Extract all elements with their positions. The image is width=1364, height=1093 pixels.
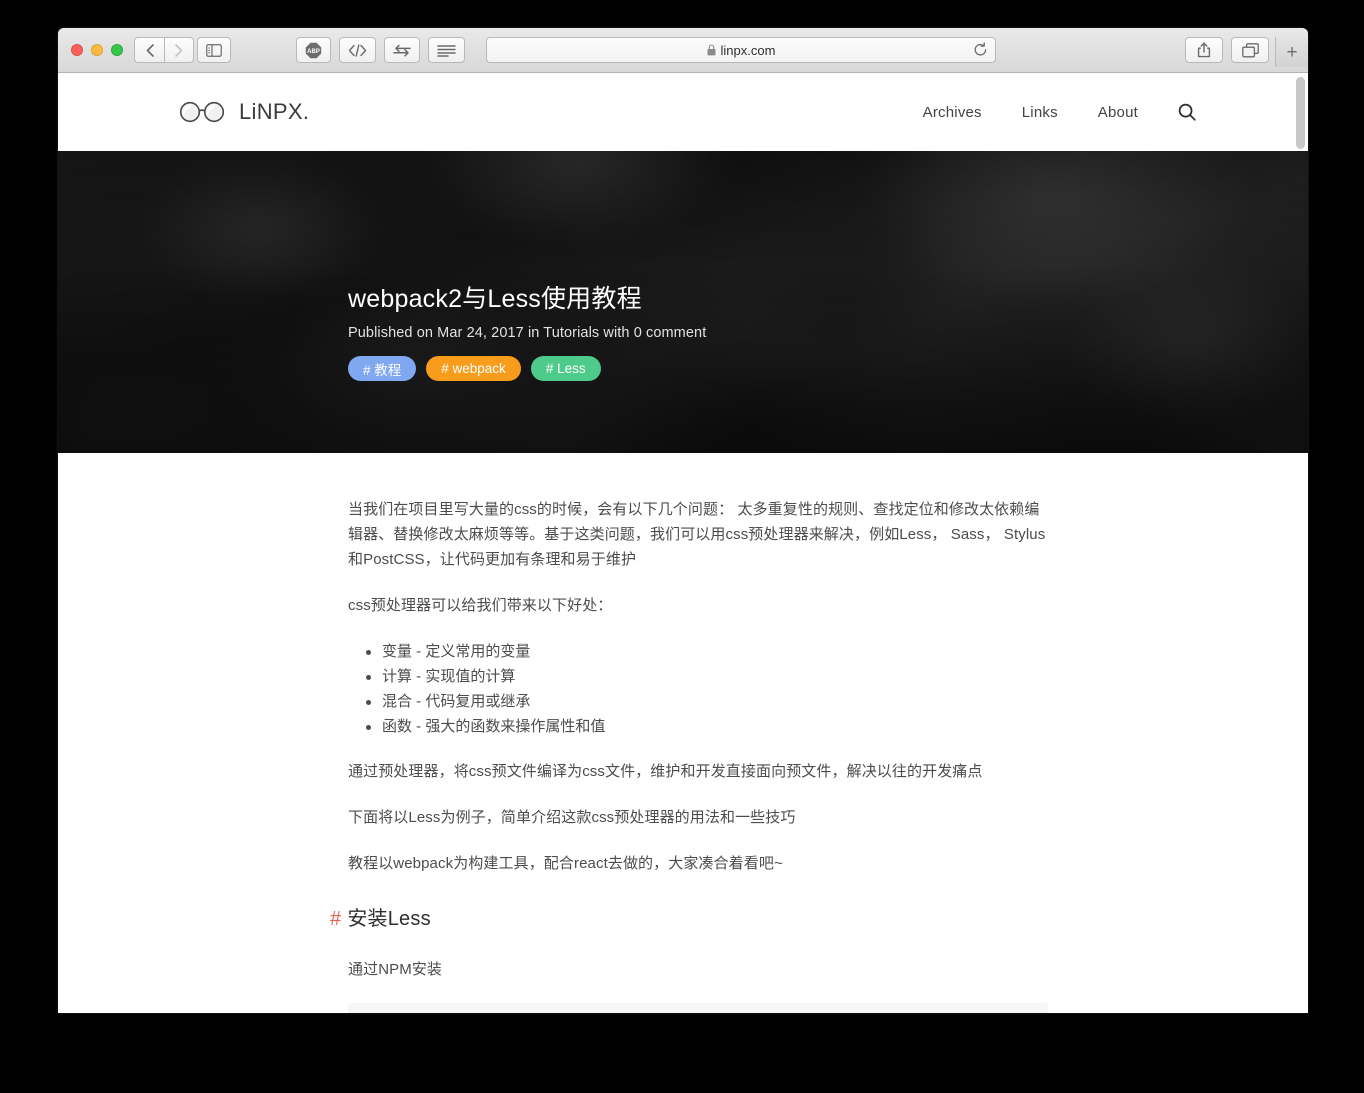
page-scrollbar[interactable] — [1296, 73, 1305, 1013]
code-block — [348, 1003, 1048, 1013]
close-window-button[interactable] — [71, 44, 83, 56]
share-icon — [1197, 42, 1211, 58]
list-item: 混合 - 代码复用或继承 — [348, 689, 1048, 714]
lock-icon — [707, 44, 716, 56]
heading-hash-marker: # — [330, 908, 342, 930]
url-display: linpx.com — [707, 42, 776, 58]
tag-less[interactable]: # Less — [530, 356, 601, 381]
benefits-list: 变量 - 定义常用的变量 计算 - 实现值的计算 混合 - 代码复用或继承 函数… — [348, 639, 1048, 739]
reload-icon — [974, 42, 987, 56]
sidebar-icon — [206, 43, 222, 57]
svg-text:ABP: ABP — [307, 49, 320, 55]
adblock-plus-button[interactable]: ABP — [296, 37, 331, 63]
reader-group — [428, 37, 465, 63]
post-meta: Published on Mar 24, 2017 in Tutorials w… — [348, 325, 707, 341]
forward-button[interactable] — [164, 37, 194, 63]
site-brand-name: LiNPX. — [239, 99, 310, 124]
page-viewport: LiNPX. Archives Links About webpack2与Les… — [58, 73, 1308, 1013]
tab-overview-button[interactable] — [1231, 37, 1269, 63]
reader-lines-icon — [437, 44, 456, 57]
back-button[interactable] — [134, 37, 164, 63]
maximize-window-button[interactable] — [111, 44, 123, 56]
page-scrollbar-thumb[interactable] — [1296, 77, 1305, 149]
window-traffic-lights — [71, 44, 123, 56]
heading-text: 安装Less — [347, 908, 431, 930]
site-nav: Archives Links About — [923, 103, 1248, 121]
post-tag-list: # 教程 # webpack # Less — [348, 356, 1088, 381]
extension-buttons: ABP — [296, 37, 420, 63]
share-button[interactable] — [1185, 37, 1223, 63]
paragraph-benefits-lead: css预处理器可以给我们带来以下好处： — [348, 597, 613, 614]
code-view-button[interactable] — [339, 37, 376, 63]
section-heading-install-less: # 安装Less — [330, 902, 1048, 931]
article-inner: 当我们在项目里写大量的css的时候，会有以下几个问题： 太多重复性的规则、查找定… — [330, 497, 1048, 1013]
url-text: linpx.com — [720, 42, 776, 58]
page-title: webpack2与Less使用教程 — [348, 285, 642, 313]
hero-content: webpack2与Less使用教程 Published on Mar 24, 2… — [348, 279, 1088, 381]
site-header: LiNPX. Archives Links About — [58, 73, 1308, 151]
list-item: 计算 - 实现值的计算 — [348, 664, 1048, 689]
article-body: 当我们在项目里写大量的css的时候，会有以下几个问题： 太多重复性的规则、查找定… — [58, 453, 1308, 1013]
paragraph-compile: 通过预处理器，将css预文件编译为css文件，维护和开发直接面向预文件，解决以往… — [348, 763, 983, 780]
search-button[interactable] — [1178, 103, 1196, 121]
post-hero-banner: webpack2与Less使用教程 Published on Mar 24, 2… — [58, 151, 1308, 453]
tab-overview-icon — [1241, 42, 1259, 57]
glasses-logo-icon — [179, 101, 225, 123]
browser-toolbar: ABP linpx.com + — [58, 28, 1308, 73]
nav-link-about[interactable]: About — [1098, 104, 1138, 121]
swap-arrows-button[interactable] — [384, 37, 420, 63]
paragraph-npm-install: 通过NPM安装 — [348, 961, 443, 978]
paragraph-webpack-react: 教程以webpack为构建工具，配合react去做的，大家凑合着看吧~ — [348, 855, 783, 872]
new-tab-label: + — [1286, 41, 1298, 63]
navigation-buttons — [134, 37, 194, 63]
tag-webpack[interactable]: # webpack — [426, 356, 521, 381]
swap-arrows-icon — [393, 44, 411, 57]
list-item: 函数 - 强大的函数来操作属性和值 — [348, 714, 1048, 739]
reload-button[interactable] — [973, 42, 988, 63]
search-icon — [1178, 103, 1196, 121]
reader-view-button[interactable] — [428, 37, 465, 63]
paragraph-intro: 当我们在项目里写大量的css的时候，会有以下几个问题： 太多重复性的规则、查找定… — [348, 501, 1046, 568]
adblock-plus-icon: ABP — [305, 42, 322, 58]
browser-window: ABP linpx.com + LiNPX. Archives Links Ab… — [58, 28, 1308, 1013]
paragraph-less-example: 下面将以Less为例子，简单介绍这款css预处理器的用法和一些技巧 — [348, 809, 796, 826]
right-toolbar-buttons — [1185, 37, 1269, 63]
new-tab-button[interactable]: + — [1275, 37, 1308, 67]
tag-jiaocheng[interactable]: # 教程 — [348, 356, 417, 381]
sidebar-toggle-group — [197, 37, 231, 63]
nav-link-archives[interactable]: Archives — [923, 104, 982, 121]
site-brand[interactable]: LiNPX. — [178, 99, 309, 125]
code-brackets-icon — [348, 43, 367, 57]
minimize-window-button[interactable] — [91, 44, 103, 56]
nav-link-links[interactable]: Links — [1022, 104, 1058, 121]
list-item: 变量 - 定义常用的变量 — [348, 639, 1048, 664]
chevron-left-icon — [146, 43, 154, 57]
chevron-right-icon — [175, 43, 183, 57]
sidebar-toggle-button[interactable] — [197, 37, 231, 63]
address-bar[interactable]: linpx.com — [486, 37, 996, 63]
